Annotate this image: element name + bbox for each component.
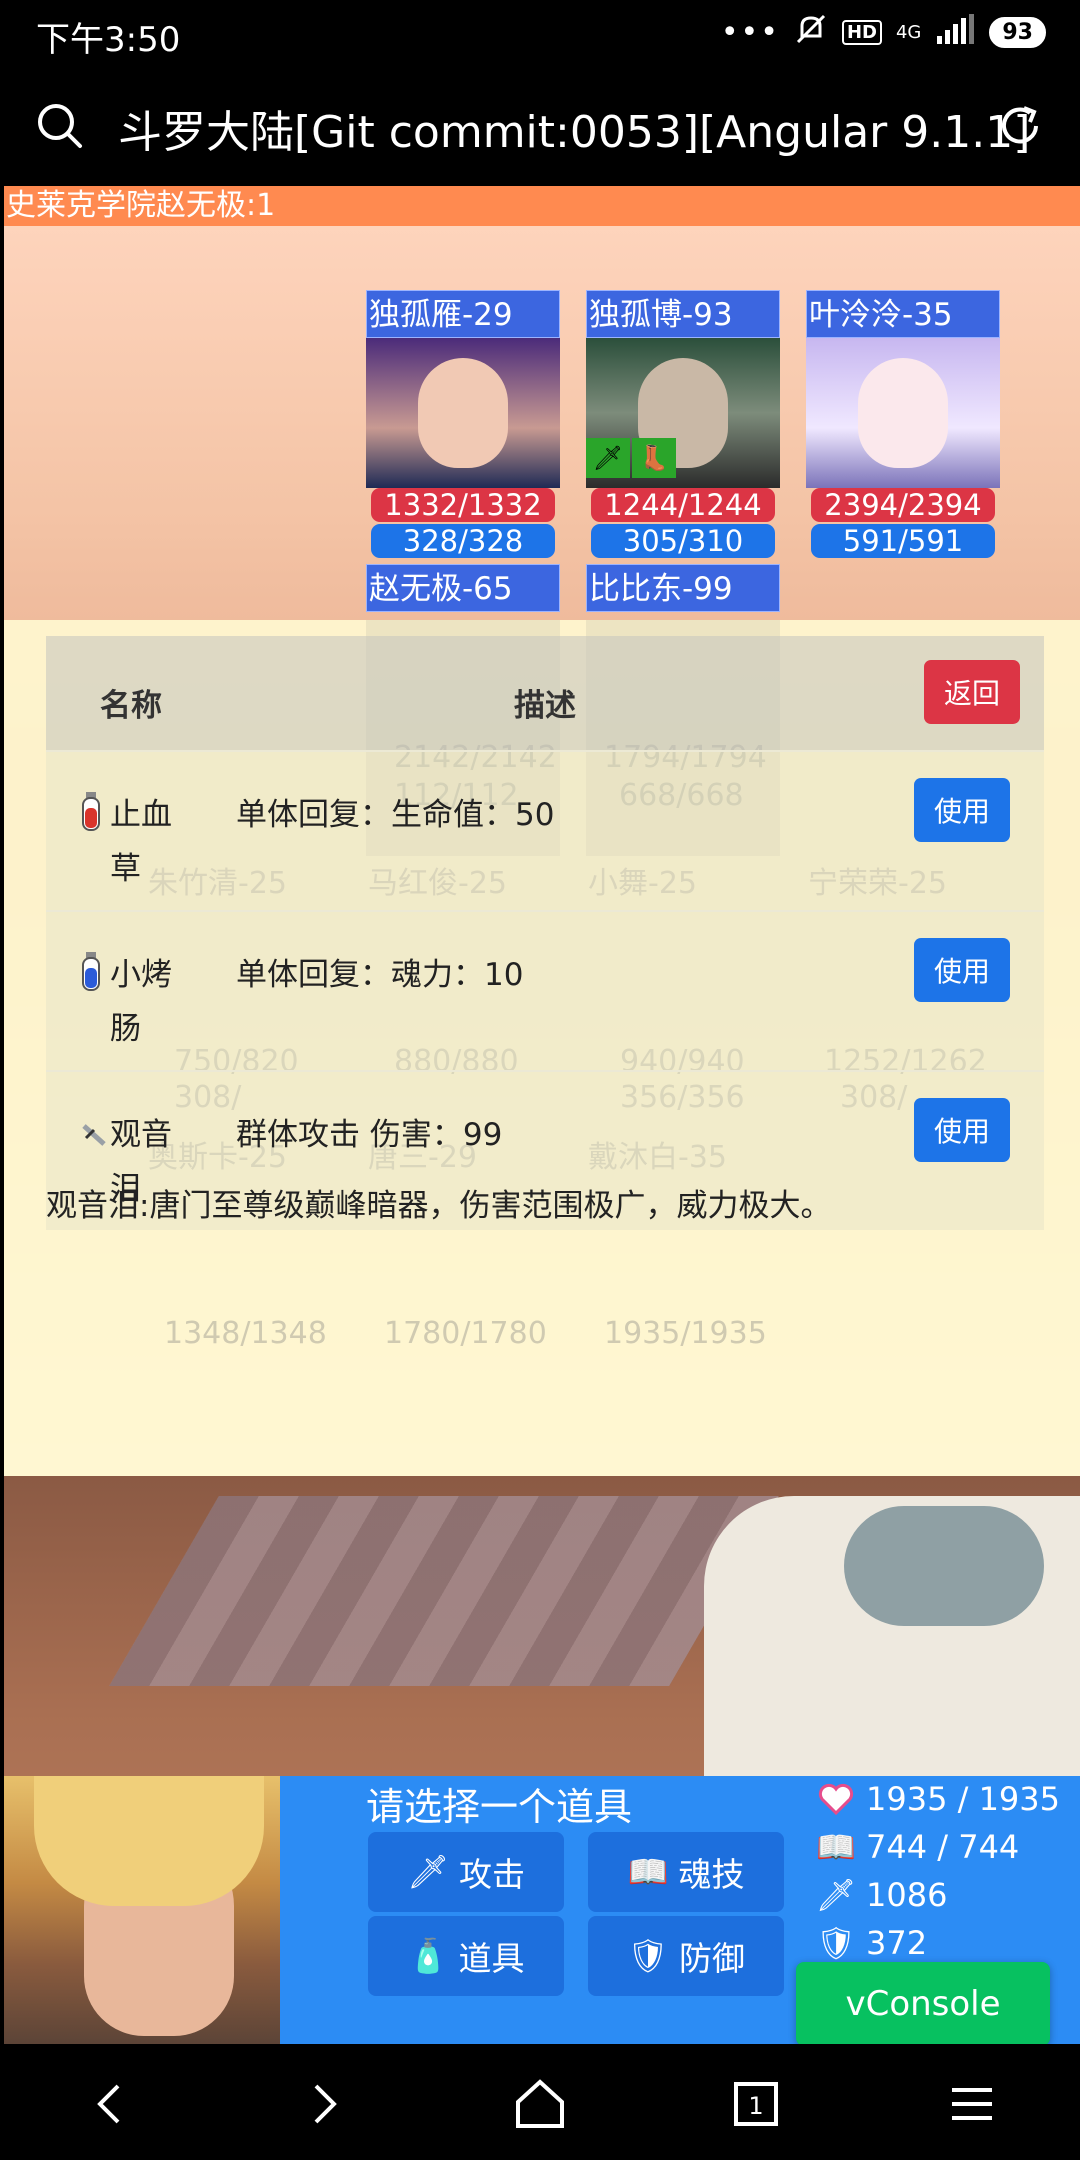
item-name: 止血草	[110, 797, 172, 887]
ghost-hp: 1780/1780	[384, 1316, 547, 1351]
shield-icon: 🛡	[815, 1924, 857, 1962]
signal-icon	[935, 14, 975, 51]
player-attack-value: 1086	[866, 1876, 948, 1914]
dagger-icon	[82, 1124, 106, 1146]
use-button[interactable]: 使用	[914, 1098, 1010, 1162]
attack-label: 攻击	[458, 1855, 525, 1894]
heart-icon	[818, 1783, 854, 1815]
enemy-card[interactable]: 赵无极-65	[366, 564, 560, 612]
enemy-mp: 305/310	[591, 524, 775, 558]
defend-button[interactable]: 🛡 防御	[588, 1916, 784, 1996]
player-mp-value: 744 / 744	[866, 1828, 1020, 1866]
item-table: 名称 描述 返回 止血草 单体回复：生命值：50 使用 小烤肠 单体回复：魂力：…	[46, 636, 1044, 1230]
more-dots-icon: •••	[720, 15, 780, 50]
status-time: 下午3:50	[36, 20, 181, 60]
item-row: 止血草 单体回复：生命值：50 使用	[46, 750, 1044, 910]
vconsole-button[interactable]: vConsole	[796, 1962, 1050, 2046]
enemy-card[interactable]: 独孤雁-29 1332/1332 328/328	[366, 290, 560, 558]
page-title[interactable]: 斗罗大陆[Git commit:0053][Angular 9.1.1]	[118, 96, 1030, 160]
use-button[interactable]: 使用	[914, 778, 1010, 842]
item-overlay: 2142/2142 1794/1794 112/112 668/668 朱竹清-…	[4, 620, 1080, 1476]
enemy-card[interactable]: 叶泠泠-35 2394/2394 591/591	[806, 290, 1000, 558]
status-icons: ••• HD 4G 93	[721, 12, 1046, 53]
enemy-hp: 1332/1332	[371, 488, 555, 522]
hd-badge: HD	[841, 20, 882, 45]
svg-text:1: 1	[748, 2092, 763, 2120]
player-hp: 1935 / 1935	[818, 1780, 1060, 1818]
book-icon: 📖	[627, 1852, 669, 1891]
action-prompt: 请选择一个道具	[366, 1785, 633, 1829]
item-button[interactable]: 🧴 道具	[368, 1916, 564, 1996]
ghost-hp: 1348/1348	[164, 1316, 327, 1351]
back-icon[interactable]	[80, 2074, 140, 2134]
ghost-hp: 1935/1935	[604, 1316, 767, 1351]
enemy-mp: 591/591	[811, 524, 995, 558]
status-bar: 下午3:50 ••• HD 4G 93	[0, 0, 1080, 66]
use-button[interactable]: 使用	[914, 938, 1010, 1002]
home-icon[interactable]	[510, 2074, 570, 2134]
book-icon: 📖	[816, 1828, 856, 1866]
game-page: 史莱克学院赵无极:1 独孤雁-29 1332/1332 328/328 独孤博-…	[4, 186, 1080, 2044]
battle-title: 史莱克学院赵无极:1	[4, 186, 1080, 226]
player-mp: 📖 744 / 744	[816, 1828, 1020, 1866]
item-row: 小烤肠 单体回复：魂力：10 使用	[46, 910, 1044, 1070]
browser-toolbar: 斗罗大陆[Git commit:0053][Angular 9.1.1]	[0, 66, 1080, 186]
item-desc: 群体攻击 伤害：99	[236, 1117, 503, 1153]
shield-icon: 🛡	[627, 1936, 669, 1975]
background-rug	[109, 1496, 779, 1686]
enemy-name: 叶泠泠-35	[806, 290, 1000, 338]
item-desc: 单体回复：生命值：50	[236, 797, 555, 833]
back-button[interactable]: 返回	[924, 660, 1020, 724]
skill-button[interactable]: 📖 魂技	[588, 1832, 784, 1912]
enemy-name: 独孤雁-29	[366, 290, 560, 338]
enemy-hp: 2394/2394	[811, 488, 995, 522]
enemy-card[interactable]: 独孤博-93 🗡 👢 1244/1244 305/310	[586, 290, 780, 558]
attack-button[interactable]: 🗡 攻击	[368, 1832, 564, 1912]
boot-icon: 👢	[632, 438, 676, 478]
red-potion-icon	[82, 792, 100, 831]
skill-label: 魂技	[678, 1855, 745, 1894]
item-label: 道具	[458, 1939, 525, 1978]
tabs-icon[interactable]: 1	[726, 2074, 786, 2134]
enemy-name: 独孤博-93	[586, 290, 780, 338]
player-hp-value: 1935 / 1935	[866, 1780, 1060, 1818]
player-avatar	[4, 1776, 280, 2044]
player-defense: 🛡 372	[815, 1924, 928, 1962]
enemy-portrait	[806, 338, 1000, 488]
item-name: 小烤肠	[110, 957, 172, 1047]
enemy-portrait: 🗡 👢	[586, 338, 780, 488]
background-cushion	[844, 1506, 1044, 1626]
refresh-icon[interactable]	[994, 100, 1046, 152]
selected-item-description: 观音泪:唐门至尊级巅峰暗器，伤害范围极广，威力极大。	[46, 1188, 832, 1224]
dagger-icon: 🗡	[407, 1852, 449, 1891]
dagger-icon: 🗡	[815, 1876, 857, 1914]
enemy-card[interactable]: 比比东-99	[586, 564, 780, 612]
enemy-name: 比比东-99	[586, 564, 780, 612]
item-table-header: 名称 描述 返回	[46, 636, 1044, 750]
defend-label: 防御	[678, 1939, 745, 1978]
menu-icon[interactable]	[942, 2074, 1002, 2134]
system-nav-bar: 1	[0, 2044, 1080, 2160]
column-desc-header: 描述	[514, 688, 576, 724]
dagger-icon: 🗡	[586, 438, 630, 478]
enemy-hp: 1244/1244	[591, 488, 775, 522]
enemy-name: 赵无极-65	[366, 564, 560, 612]
column-name-header: 名称	[100, 688, 162, 724]
blue-potion-icon	[82, 952, 100, 991]
player-attack: 🗡 1086	[815, 1876, 948, 1914]
search-icon[interactable]	[34, 100, 86, 152]
battery-indicator: 93	[989, 17, 1046, 48]
player-defense-value: 372	[866, 1924, 928, 1962]
enemy-mp: 328/328	[371, 524, 555, 558]
enemy-portrait	[366, 338, 560, 488]
forward-icon[interactable]	[294, 2074, 354, 2134]
bottle-icon: 🧴	[407, 1936, 449, 1975]
item-desc: 单体回复：魂力：10	[236, 957, 524, 993]
network-label: 4G	[895, 22, 922, 43]
equipment-icons: 🗡 👢	[586, 438, 676, 478]
mute-icon	[794, 12, 828, 53]
